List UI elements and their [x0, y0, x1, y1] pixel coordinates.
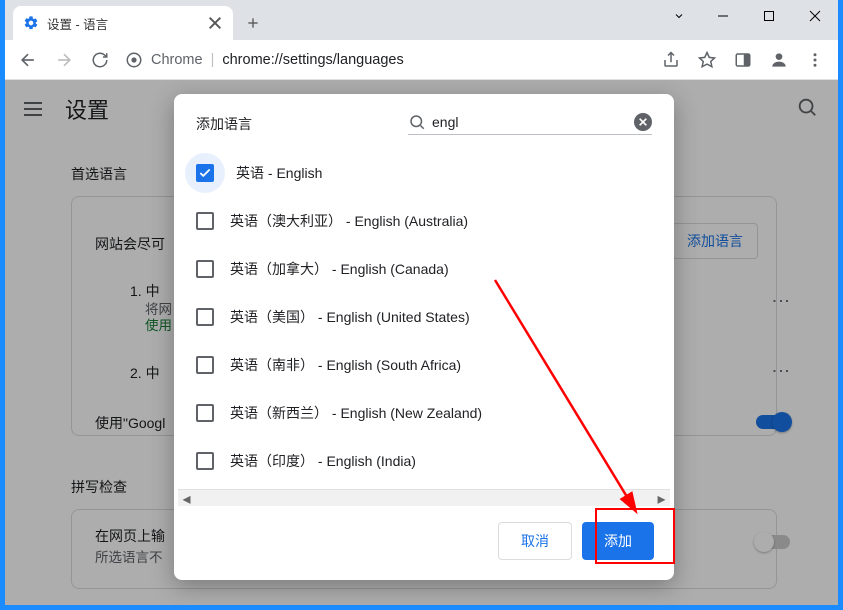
- back-button[interactable]: [13, 45, 43, 75]
- toolbar: Chrome | chrome://settings/languages: [5, 40, 838, 80]
- search-input[interactable]: [426, 112, 634, 132]
- dialog-actions: 取消 添加: [174, 506, 674, 580]
- checkbox-halo: [185, 153, 225, 193]
- minimize-button[interactable]: [700, 0, 746, 32]
- language-label: 英语（印度） - English (India): [230, 451, 416, 471]
- profile-icon[interactable]: [764, 45, 794, 75]
- forward-button[interactable]: [49, 45, 79, 75]
- reload-button[interactable]: [85, 45, 115, 75]
- list-item[interactable]: 英语（澳大利亚） - English (Australia): [196, 197, 660, 245]
- language-label: 英语（澳大利亚） - English (Australia): [230, 211, 468, 231]
- list-item[interactable]: 英语（南非） - English (South Africa): [196, 341, 660, 389]
- maximize-button[interactable]: [746, 0, 792, 32]
- browser-window: 设置 - 语言 Chrome | chrome://settings/langu…: [5, 0, 838, 605]
- chevron-down-icon[interactable]: [658, 0, 700, 32]
- tab-title: 设置 - 语言: [47, 14, 207, 33]
- address-bar[interactable]: Chrome | chrome://settings/languages: [121, 51, 650, 69]
- menu-icon[interactable]: [800, 45, 830, 75]
- new-tab-button[interactable]: [239, 9, 267, 37]
- checkbox[interactable]: [196, 212, 214, 230]
- clear-search-icon[interactable]: [634, 113, 652, 131]
- language-label: 英语（美国） - English (United States): [230, 307, 470, 327]
- list-item[interactable]: 英语（加拿大） - English (Canada): [196, 245, 660, 293]
- tab-settings[interactable]: 设置 - 语言: [13, 6, 233, 40]
- list-item[interactable]: 英语（美国） - English (United States): [196, 293, 660, 341]
- scroll-right-icon[interactable]: ▸: [653, 490, 670, 507]
- list-item[interactable]: 英语（新西兰） - English (New Zealand): [196, 389, 660, 437]
- add-language-dialog: 添加语言 英语 - English: [174, 94, 674, 580]
- add-button[interactable]: 添加: [582, 522, 654, 560]
- address-separator: |: [211, 52, 215, 68]
- checkbox[interactable]: [196, 356, 214, 374]
- list-item[interactable]: 英语 - English: [196, 149, 660, 197]
- dialog-header: 添加语言: [174, 94, 674, 149]
- address-scheme: Chrome: [151, 52, 203, 68]
- address-path: chrome://settings/languages: [222, 52, 403, 68]
- checkbox[interactable]: [196, 308, 214, 326]
- horizontal-scrollbar[interactable]: ◂ ▸: [178, 489, 670, 506]
- checkbox[interactable]: [196, 404, 214, 422]
- close-window-button[interactable]: [792, 0, 838, 32]
- cancel-button[interactable]: 取消: [498, 522, 572, 560]
- dialog-title: 添加语言: [196, 114, 252, 134]
- gear-icon: [23, 15, 39, 31]
- language-list[interactable]: 英语 - English 英语（澳大利亚） - English (Austral…: [174, 149, 670, 489]
- window-controls: [658, 0, 838, 32]
- search-icon: [408, 113, 426, 131]
- language-label: 英语（新西兰） - English (New Zealand): [230, 403, 482, 423]
- dialog-search: [408, 112, 652, 135]
- checkbox[interactable]: [196, 164, 214, 182]
- language-label: 英语（南非） - English (South Africa): [230, 355, 461, 375]
- content-area: 设置 首选语言 网站会尽可 添加语言 1. 中 将网 使用 ⋮ 2. 中 ⋮ 使…: [5, 80, 838, 605]
- share-icon[interactable]: [656, 45, 686, 75]
- side-panel-icon[interactable]: [728, 45, 758, 75]
- checkbox[interactable]: [196, 452, 214, 470]
- close-tab-icon[interactable]: [207, 15, 223, 31]
- chrome-icon: [125, 51, 143, 69]
- language-label: 英语（加拿大） - English (Canada): [230, 259, 449, 279]
- checkbox[interactable]: [196, 260, 214, 278]
- scroll-left-icon[interactable]: ◂: [178, 490, 195, 507]
- language-label: 英语 - English: [236, 163, 322, 183]
- list-item[interactable]: 英语（印度） - English (India): [196, 437, 660, 485]
- bookmark-icon[interactable]: [692, 45, 722, 75]
